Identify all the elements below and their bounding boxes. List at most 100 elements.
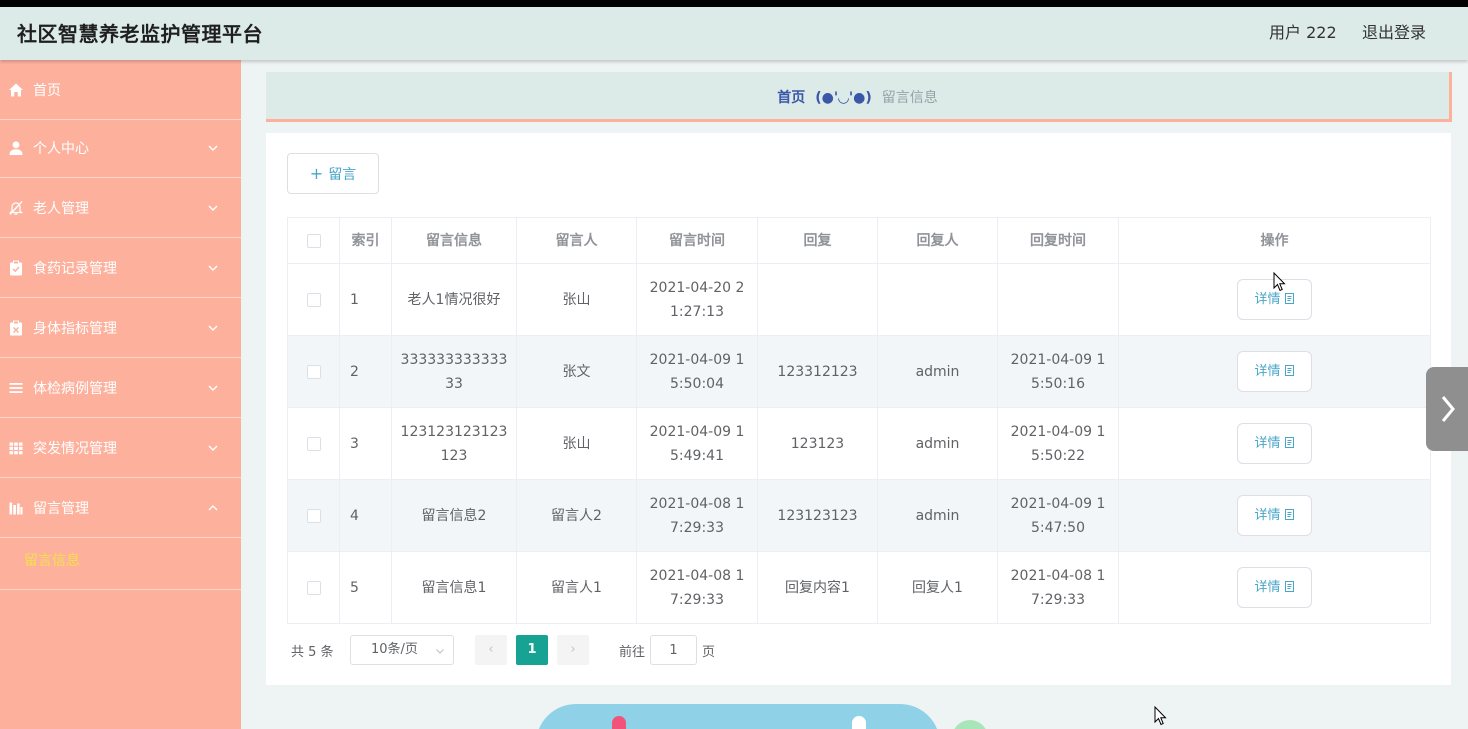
- detail-button[interactable]: 详情: [1237, 279, 1312, 320]
- cell-index: 1: [339, 263, 392, 336]
- page-size-select[interactable]: 10条/页: [350, 635, 454, 665]
- document-icon: [1284, 581, 1294, 592]
- side-expand-button[interactable]: [1426, 367, 1468, 451]
- pagination-total: 共 5 条: [291, 645, 334, 660]
- bell-off-icon: [8, 200, 24, 216]
- cell-time: 2021-04-09 15:50:04: [636, 335, 758, 408]
- decorative-bubble: [536, 704, 940, 729]
- table-row: 5 留言信息1 留言人1 2021-04-08 17:29:33 回复内容1 回…: [287, 551, 1431, 624]
- add-message-label: 留言: [328, 167, 357, 183]
- cell-reply-time: 2021-04-09 15:50:22: [997, 407, 1119, 480]
- clipboard-check-icon: [8, 260, 24, 276]
- table-row: 4 留言信息2 留言人2 2021-04-08 17:29:33 1231231…: [287, 479, 1431, 552]
- cell-reply: 123123123: [757, 479, 878, 552]
- sidebar-subitem-message-info[interactable]: 留言信息: [0, 530, 241, 590]
- sidebar-item-messages[interactable]: 留言管理: [0, 478, 241, 538]
- cell-author: 张山: [516, 263, 637, 336]
- cell-reply-time: 2021-04-09 15:47:50: [997, 479, 1119, 552]
- detail-label: 详情: [1254, 364, 1281, 379]
- column-header: 索引: [339, 217, 392, 264]
- chevron-up-icon: [207, 502, 219, 514]
- table-row: 1 老人1情况很好 张山 2021-04-20 21:27:13 详情: [287, 263, 1431, 336]
- plus-icon: +: [309, 164, 324, 183]
- sidebar-item-label: 首页: [33, 82, 61, 99]
- row-checkbox[interactable]: [306, 292, 321, 307]
- page-number-current[interactable]: 1: [516, 635, 548, 665]
- app-title: 社区智慧养老监护管理平台: [17, 22, 263, 46]
- row-checkbox[interactable]: [306, 508, 321, 523]
- cell-author: 张文: [516, 335, 637, 408]
- column-header: 回复: [757, 217, 878, 264]
- detail-button[interactable]: 详情: [1237, 351, 1312, 392]
- cell-replier: admin: [877, 335, 998, 408]
- detail-button[interactable]: 详情: [1237, 423, 1312, 464]
- sidebar: 首页 个人中心 老人管理 食药记录管理 身体指标管理 体检病例管理 突发情况管理…: [0, 60, 241, 729]
- sidebar-item-label: 突发情况管理: [33, 440, 117, 457]
- content-panel: + 留言 索引 留言信息 留言人 留言时间 回复 回复人 回复时间 操作 1 老人…: [266, 133, 1451, 685]
- cell-index: 2: [339, 335, 392, 408]
- column-header: 留言信息: [391, 217, 517, 264]
- sidebar-item-medical-cases[interactable]: 体检病例管理: [0, 358, 241, 418]
- detail-label: 详情: [1254, 580, 1281, 595]
- prev-page-button[interactable]: ‹: [475, 635, 507, 665]
- sidebar-item-personal-center[interactable]: 个人中心: [0, 118, 241, 178]
- sidebar-item-emergencies[interactable]: 突发情况管理: [0, 418, 241, 478]
- mouse-cursor-icon: [1154, 706, 1167, 726]
- cell-reply: 123123: [757, 407, 878, 480]
- bar-chart-icon: [8, 500, 24, 516]
- cell-message: 留言信息2: [391, 479, 517, 552]
- sidebar-item-body-indicators[interactable]: 身体指标管理: [0, 298, 241, 358]
- chevron-right-icon: ›: [570, 642, 576, 657]
- decorative-white-shape: [852, 716, 866, 729]
- document-icon: [1284, 509, 1294, 520]
- goto-page-input[interactable]: [650, 635, 697, 665]
- breadcrumb-panel: 首页 (●'◡'●) 留言信息: [266, 72, 1452, 122]
- cell-reply: 123312123: [757, 335, 878, 408]
- decorative-green-shape: [952, 720, 988, 729]
- chevron-down-icon: [207, 262, 219, 274]
- breadcrumb-home[interactable]: 首页: [777, 90, 805, 106]
- cell-reply-time: 2021-04-09 15:50:16: [997, 335, 1119, 408]
- table-header-row: 索引 留言信息 留言人 留言时间 回复 回复人 回复时间 操作: [287, 217, 1431, 264]
- app-header: 社区智慧养老监护管理平台 用户 222 退出登录: [0, 7, 1468, 60]
- sidebar-item-elderly[interactable]: 老人管理: [0, 178, 241, 238]
- cell-message: 老人1情况很好: [391, 263, 517, 336]
- cell-index: 4: [339, 479, 392, 552]
- chevron-down-icon: [207, 382, 219, 394]
- cell-replier: 回复人1: [877, 551, 998, 624]
- detail-button[interactable]: 详情: [1237, 495, 1312, 536]
- sidebar-item-home[interactable]: 首页: [0, 60, 241, 120]
- document-icon: [1284, 365, 1294, 376]
- column-header: 回复时间: [997, 217, 1119, 264]
- cell-author: 张山: [516, 407, 637, 480]
- cell-replier: admin: [877, 407, 998, 480]
- select-all-checkbox[interactable]: [306, 233, 321, 248]
- chevron-down-icon: [207, 442, 219, 454]
- clipboard-x-icon: [8, 320, 24, 336]
- row-checkbox[interactable]: [306, 364, 321, 379]
- page-unit-label: 页: [702, 645, 716, 660]
- detail-label: 详情: [1254, 508, 1281, 523]
- next-page-button[interactable]: ›: [557, 635, 589, 665]
- select-all-cell: [287, 217, 340, 264]
- cell-time: 2021-04-08 17:29:33: [636, 479, 758, 552]
- user-icon: [8, 140, 24, 156]
- cell-time: 2021-04-08 17:29:33: [636, 551, 758, 624]
- sidebar-item-food-medicine[interactable]: 食药记录管理: [0, 238, 241, 298]
- cell-reply: 回复内容1: [757, 551, 878, 624]
- chevron-down-icon: [207, 322, 219, 334]
- top-strip: [0, 0, 1468, 7]
- row-checkbox[interactable]: [306, 436, 321, 451]
- detail-label: 详情: [1254, 436, 1281, 451]
- breadcrumb: 首页 (●'◡'●) 留言信息: [266, 87, 1449, 107]
- chevron-right-icon: [1441, 396, 1455, 422]
- grid-icon: [8, 440, 24, 456]
- logout-button[interactable]: 退出登录: [1362, 19, 1426, 43]
- cell-reply-time: 2021-04-08 17:29:33: [997, 551, 1119, 624]
- row-checkbox[interactable]: [306, 580, 321, 595]
- menu-lines-icon: [8, 380, 24, 396]
- cell-reply-time: [997, 263, 1119, 336]
- page-size-value: 10条/页: [371, 642, 418, 657]
- detail-button[interactable]: 详情: [1237, 567, 1312, 608]
- add-message-button[interactable]: + 留言: [287, 153, 379, 194]
